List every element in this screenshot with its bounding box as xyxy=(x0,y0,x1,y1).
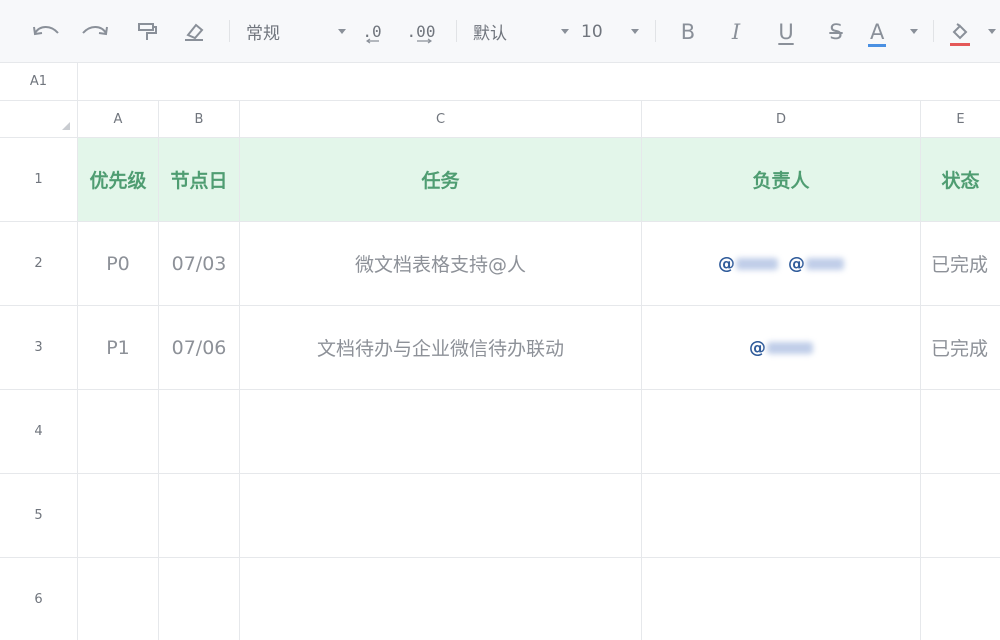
cell-status[interactable]: 已完成 xyxy=(921,306,1000,390)
cell-priority[interactable]: P1 xyxy=(78,306,159,390)
row-header-2[interactable]: 2 xyxy=(0,222,78,306)
empty-cell[interactable] xyxy=(642,558,921,640)
empty-cell[interactable] xyxy=(642,474,921,558)
row-header-1[interactable]: 1 xyxy=(0,138,78,222)
toolbar-divider xyxy=(229,20,230,42)
bold-button[interactable]: B xyxy=(674,0,702,63)
cell-status[interactable]: 已完成 xyxy=(921,222,1000,306)
underline-icon: U xyxy=(778,19,794,44)
font-family-select[interactable]: 默认 xyxy=(473,0,569,63)
underline-button[interactable]: U xyxy=(772,0,800,63)
arrow-left-icon xyxy=(366,38,379,44)
select-all-corner[interactable] xyxy=(0,101,78,138)
column-header-e[interactable]: E xyxy=(921,101,1000,138)
chevron-down-icon xyxy=(631,29,639,34)
redacted-name xyxy=(806,257,844,270)
number-format-select[interactable]: 常规 xyxy=(246,0,346,63)
empty-cell[interactable] xyxy=(240,474,642,558)
italic-button[interactable]: I xyxy=(722,0,750,63)
chevron-down-icon xyxy=(561,29,569,34)
column-header-b[interactable]: B xyxy=(159,101,240,138)
strikethrough-button[interactable]: S xyxy=(822,0,850,63)
formula-input[interactable] xyxy=(78,63,1000,100)
strikethrough-icon: S xyxy=(829,19,843,44)
row-header-3[interactable]: 3 xyxy=(0,306,78,390)
italic-icon: I xyxy=(731,19,741,44)
header-cell-owner[interactable]: 负责人 xyxy=(642,138,921,222)
column-header-c[interactable]: C xyxy=(240,101,642,138)
bold-icon: B xyxy=(680,19,696,44)
paint-bucket-icon xyxy=(950,22,970,46)
toolbar-divider xyxy=(655,20,656,42)
row-header-4[interactable]: 4 xyxy=(0,390,78,474)
undo-icon[interactable] xyxy=(28,0,64,63)
empty-cell[interactable] xyxy=(642,390,921,474)
mention-chip[interactable]: @ xyxy=(718,254,778,274)
format-painter-icon[interactable] xyxy=(132,0,162,63)
header-cell-priority[interactable]: 优先级 xyxy=(78,138,159,222)
empty-cell[interactable] xyxy=(921,474,1000,558)
chevron-down-icon xyxy=(910,29,918,34)
empty-cell[interactable] xyxy=(78,474,159,558)
row-header-6[interactable]: 6 xyxy=(0,558,78,640)
toolbar-divider xyxy=(933,20,934,42)
mention-chip[interactable]: @ xyxy=(749,338,813,358)
empty-cell[interactable] xyxy=(159,390,240,474)
cell-task[interactable]: 文档待办与企业微信待办联动 xyxy=(240,306,642,390)
column-header-a[interactable]: A xyxy=(78,101,159,138)
cell-task[interactable]: 微文档表格支持@人 xyxy=(240,222,642,306)
cell-priority[interactable]: P0 xyxy=(78,222,159,306)
cell-owner[interactable]: @ @ xyxy=(642,222,921,306)
header-cell-status[interactable]: 状态 xyxy=(921,138,1000,222)
empty-cell[interactable] xyxy=(78,390,159,474)
chevron-down-icon xyxy=(988,29,996,34)
toolbar: 常规 .0 .00 默认 10 B I U S A xyxy=(0,0,1000,63)
cell-date[interactable]: 07/03 xyxy=(159,222,240,306)
increase-decimal-button[interactable]: .00 xyxy=(404,0,438,63)
empty-cell[interactable] xyxy=(240,558,642,640)
cell-owner[interactable]: @ xyxy=(642,306,921,390)
toolbar-divider xyxy=(456,20,457,42)
column-header-d[interactable]: D xyxy=(642,101,921,138)
font-size-select[interactable]: 10 xyxy=(581,0,639,63)
arrow-right-icon xyxy=(417,38,432,44)
corner-triangle-icon xyxy=(62,122,70,130)
empty-cell[interactable] xyxy=(921,390,1000,474)
font-size-value: 10 xyxy=(581,21,603,42)
name-box[interactable]: A1 xyxy=(0,63,78,100)
formula-bar: A1 xyxy=(0,63,1000,101)
redacted-name xyxy=(736,257,778,270)
redacted-name xyxy=(767,341,813,354)
redo-icon[interactable] xyxy=(77,0,113,63)
chevron-down-icon xyxy=(338,29,346,34)
clear-format-icon[interactable] xyxy=(178,0,210,63)
row-header-5[interactable]: 5 xyxy=(0,474,78,558)
empty-cell[interactable] xyxy=(78,558,159,640)
cell-date[interactable]: 07/06 xyxy=(159,306,240,390)
empty-cell[interactable] xyxy=(240,390,642,474)
number-format-value: 常规 xyxy=(246,24,280,44)
empty-cell[interactable] xyxy=(159,474,240,558)
font-family-value: 默认 xyxy=(473,24,507,44)
decrease-decimal-button[interactable]: .0 xyxy=(358,0,386,63)
mention-chip[interactable]: @ xyxy=(788,254,844,274)
header-cell-date[interactable]: 节点日 xyxy=(159,138,240,222)
font-color-icon: A xyxy=(868,20,887,47)
font-color-button[interactable]: A xyxy=(868,0,918,63)
fill-color-button[interactable] xyxy=(950,0,996,63)
empty-cell[interactable] xyxy=(921,558,1000,640)
header-cell-task[interactable]: 任务 xyxy=(240,138,642,222)
empty-cell[interactable] xyxy=(159,558,240,640)
